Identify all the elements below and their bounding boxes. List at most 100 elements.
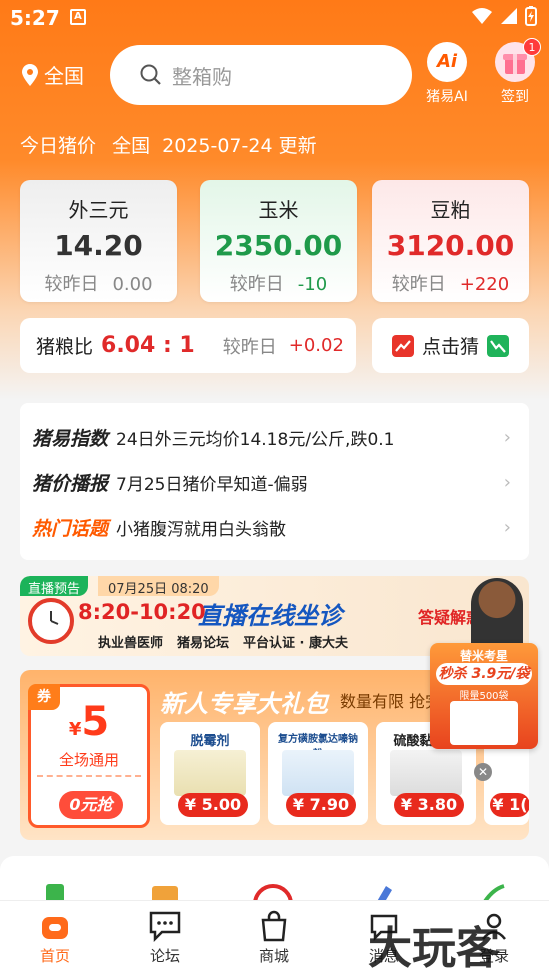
product-image	[174, 750, 246, 796]
status-bar: 5:27 A	[0, 0, 549, 34]
card-title: 玉米	[258, 198, 299, 222]
chevron-right-icon: ›	[503, 426, 511, 448]
promo-line2: 秒杀 3.9元/袋	[436, 663, 532, 685]
product-card[interactable]: 复方磺胺氯达嗪钠粉 ¥ 7.90	[268, 722, 368, 825]
gift-icon: 1	[495, 38, 541, 82]
floating-promo-ad[interactable]: 替米考星 秒杀 3.9元/袋 限量500袋	[430, 643, 538, 749]
card-title: 外三元	[68, 198, 129, 222]
pig-grain-ratio[interactable]: 猪粮比 6.04 : 1 较昨日 +0.02	[20, 318, 356, 373]
card-change: 0.00	[112, 274, 153, 295]
card-value: 2350.00	[214, 229, 343, 262]
headline-region: 全国	[112, 135, 151, 157]
strip-item: 平台认证 · 康大夫	[243, 636, 349, 651]
forum-icon	[149, 911, 181, 942]
news-item[interactable]: 热门话题 小猪腹泻就用白头翁散 ›	[32, 512, 517, 542]
news-item[interactable]: 猪价播报 7月25日猪价早知道-偏弱 ›	[32, 467, 517, 497]
product-card[interactable]: 脱霉剂 ¥ 5.00	[160, 722, 260, 825]
product-price: ¥ 5.00	[178, 793, 248, 817]
status-time: 5:27	[10, 6, 60, 30]
headline-date: 2025-07-24 更新	[162, 135, 317, 157]
clock-icon	[28, 598, 74, 644]
card-title: 豆粕	[430, 198, 471, 222]
location-pin-icon	[22, 63, 38, 86]
tab-shop[interactable]: 商城	[234, 907, 314, 966]
shop-bag-icon	[261, 910, 287, 942]
tab-home[interactable]: 首页	[15, 907, 95, 966]
news-panel: 猪易指数 24日外三元均价14.18元/公斤,跌0.1 › 猪价播报 7月25日…	[20, 403, 529, 560]
news-text: 24日外三元均价14.18元/公斤,跌0.1	[116, 429, 395, 450]
location-label: 全国	[44, 64, 84, 88]
card-change: -10	[297, 274, 328, 295]
card-compare: 较昨日 0.00	[20, 270, 177, 296]
coupon-amount: ¥5	[31, 699, 147, 745]
product-price: ¥ 7.90	[286, 793, 356, 817]
system-icons	[471, 6, 537, 26]
compare-label: 较昨日	[391, 274, 446, 295]
product-price: ¥ 1(	[490, 793, 529, 817]
wifi-icon	[472, 8, 492, 24]
card-compare: 较昨日 +220	[372, 270, 529, 296]
battery-icon	[525, 6, 537, 26]
news-tag: 猪价播报	[32, 472, 109, 495]
search-input[interactable]: 整箱购	[110, 45, 412, 105]
coupon-card[interactable]: 券 ¥5 全场通用 0元抢	[28, 684, 150, 828]
signin-button[interactable]: 1 签到	[484, 38, 546, 106]
coupon-currency: ¥	[68, 719, 82, 740]
tab-label: 商城	[258, 947, 289, 965]
product-price: ¥ 3.80	[394, 793, 464, 817]
coupon-grab-button[interactable]: 0元抢	[59, 791, 123, 819]
ai-logo-icon: Ai	[427, 42, 467, 82]
news-text: 小猪腹泻就用白头翁散	[116, 519, 287, 540]
card-value: 3120.00	[386, 229, 515, 262]
card-value: 14.20	[54, 229, 143, 262]
headline-title: 今日猪价	[20, 135, 97, 157]
watermark: 大玩客	[368, 923, 500, 974]
price-headline: 今日猪价 全国 2025-07-24 更新	[20, 131, 327, 158]
chevron-right-icon: ›	[503, 471, 511, 493]
search-icon	[140, 64, 161, 85]
trend-up-icon	[391, 334, 414, 357]
promo-product-image	[450, 701, 518, 745]
product-title: 脱霉剂	[190, 734, 230, 749]
price-card-pig[interactable]: 外三元 14.20 较昨日 0.00	[20, 180, 177, 302]
news-text: 7月25日猪价早知道-偏弱	[116, 474, 308, 495]
coupon-divider	[37, 775, 141, 777]
price-card-corn[interactable]: 玉米 2350.00 较昨日 -10	[200, 180, 357, 302]
promo-line3: 限量500袋	[459, 691, 509, 702]
price-card-soymeal[interactable]: 豆粕 3120.00 较昨日 +220	[372, 180, 529, 302]
signal-icon	[501, 8, 517, 24]
search-placeholder: 整箱购	[172, 64, 232, 89]
home-icon	[42, 917, 68, 939]
compare-label: 较昨日	[229, 274, 284, 295]
coupon-scope: 全场通用	[58, 751, 119, 769]
chevron-right-icon: ›	[503, 516, 511, 538]
tab-forum[interactable]: 论坛	[125, 907, 205, 966]
guess-button[interactable]: 点击猜	[372, 318, 529, 373]
news-tag: 热门话题	[32, 517, 109, 540]
close-icon[interactable]: ✕	[474, 763, 492, 781]
signin-badge: 1	[523, 38, 541, 56]
live-title: 直播在线坐诊	[198, 602, 342, 630]
news-tag: 猪易指数	[32, 427, 109, 450]
compare-label: 较昨日	[44, 274, 99, 295]
gift-limit: 数量有限 抢完	[340, 692, 442, 711]
strip-item: 猪易论坛	[177, 636, 230, 651]
card-change: +220	[459, 274, 510, 295]
ai-assistant-button[interactable]: Ai 猪易AI	[416, 42, 478, 106]
ratio-value: 6.04 : 1	[101, 333, 195, 358]
signin-label: 签到	[501, 89, 529, 105]
tab-label: 论坛	[149, 947, 180, 965]
ratio-change: +0.02	[288, 335, 344, 356]
card-compare: 较昨日 -10	[200, 270, 357, 296]
trend-down-icon	[487, 334, 509, 357]
promo-line1: 替米考星	[459, 649, 508, 663]
live-time: 07月25日 08:20	[98, 576, 219, 597]
ratio-label: 猪粮比	[36, 336, 94, 358]
ratio-compare-label: 较昨日	[222, 336, 277, 358]
live-strip: 执业兽医师 猪易论坛 平台认证 · 康大夫	[98, 632, 348, 651]
coupon-value: 5	[81, 699, 110, 745]
location-selector[interactable]: 全国	[22, 60, 84, 89]
product-image	[282, 750, 354, 796]
notification-icon: A	[70, 9, 86, 25]
news-item[interactable]: 猪易指数 24日外三元均价14.18元/公斤,跌0.1 ›	[32, 422, 517, 452]
